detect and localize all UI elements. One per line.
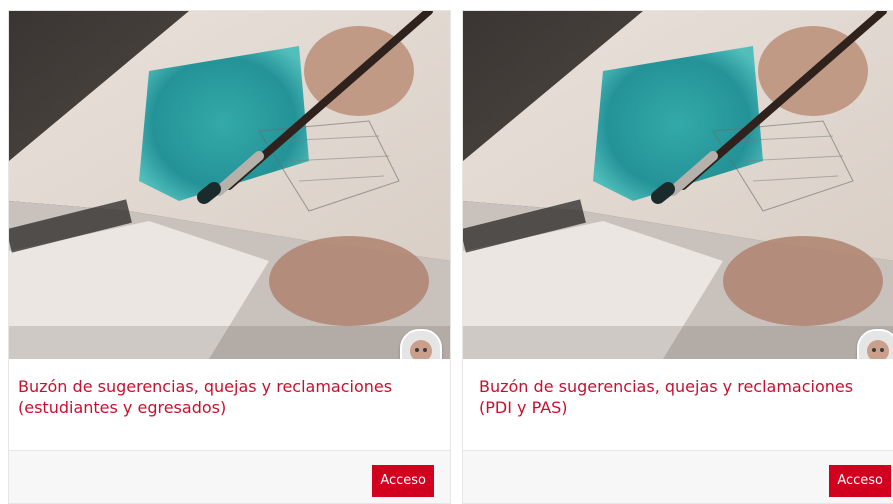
access-button[interactable]: Acceso [372, 465, 434, 497]
card-title[interactable]: Buzón de sugerencias, quejas y reclamaci… [479, 376, 863, 418]
card-image[interactable] [463, 11, 893, 359]
course-card-staff: Buzón de sugerencias, quejas y reclamaci… [462, 10, 893, 504]
card-footer: Acceso [463, 451, 893, 503]
watercolor-painting-image [463, 11, 893, 359]
card-body: Buzón de sugerencias, quejas y reclamaci… [9, 359, 450, 451]
card-title[interactable]: Buzón de sugerencias, quejas y reclamaci… [18, 376, 420, 418]
card-image[interactable] [9, 11, 450, 359]
card-body: Buzón de sugerencias, quejas y reclamaci… [463, 359, 893, 451]
access-button[interactable]: Acceso [829, 465, 891, 497]
watercolor-painting-image [9, 11, 450, 359]
course-card-students: Buzón de sugerencias, quejas y reclamaci… [8, 10, 451, 504]
card-footer: Acceso [9, 451, 450, 503]
